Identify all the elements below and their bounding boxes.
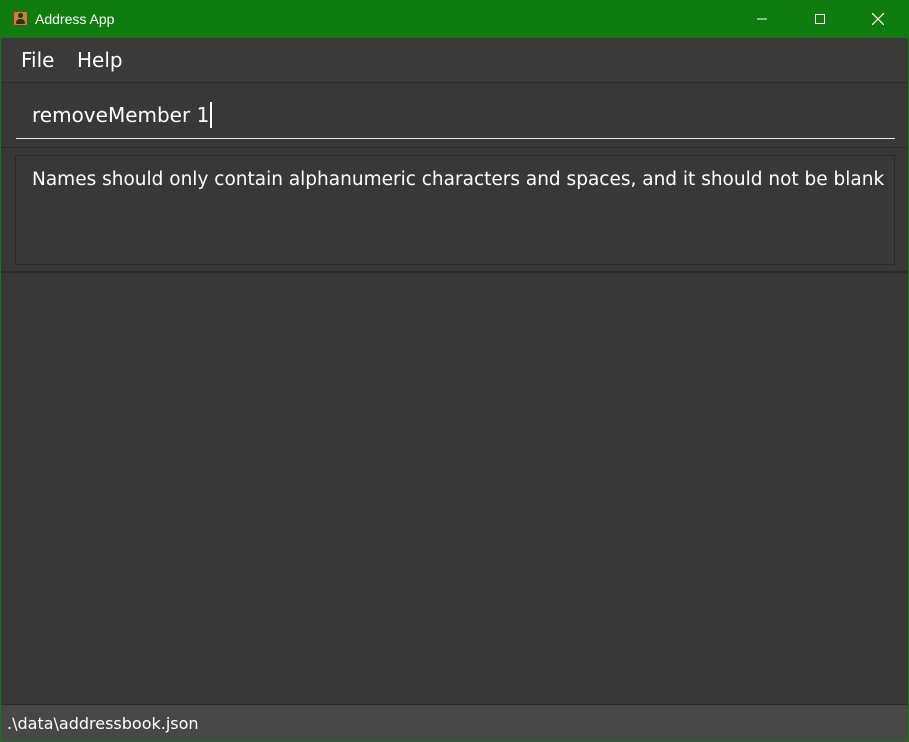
- menu-help[interactable]: Help: [77, 48, 123, 72]
- app-window: Address App File Help removeMember 1 Nam…: [0, 0, 909, 742]
- close-button[interactable]: [855, 1, 901, 38]
- minimize-button[interactable]: [739, 1, 785, 38]
- person-list-panel[interactable]: [1, 273, 908, 704]
- result-display-pane: Names should only contain alphanumeric c…: [1, 149, 908, 273]
- title-bar[interactable]: Address App: [1, 1, 908, 38]
- window-title: Address App: [35, 11, 115, 27]
- save-location-path: .\data\addressbook.json: [7, 714, 199, 733]
- command-input[interactable]: removeMember 1: [16, 93, 895, 139]
- maximize-button[interactable]: [797, 1, 843, 38]
- result-display: Names should only contain alphanumeric c…: [15, 155, 895, 265]
- menu-file[interactable]: File: [21, 48, 54, 72]
- result-message: Names should only contain alphanumeric c…: [32, 169, 885, 190]
- command-value: removeMember 1: [32, 103, 210, 127]
- close-icon: [872, 13, 884, 25]
- text-caret: [210, 102, 212, 128]
- command-box-pane: removeMember 1: [1, 83, 908, 148]
- minimize-icon: [757, 18, 767, 20]
- menu-bar: File Help: [1, 38, 908, 83]
- status-bar: .\data\addressbook.json: [1, 704, 908, 741]
- maximize-icon: [815, 14, 825, 24]
- command-input-text: removeMember 1: [32, 102, 212, 128]
- address-book-icon: [13, 11, 28, 26]
